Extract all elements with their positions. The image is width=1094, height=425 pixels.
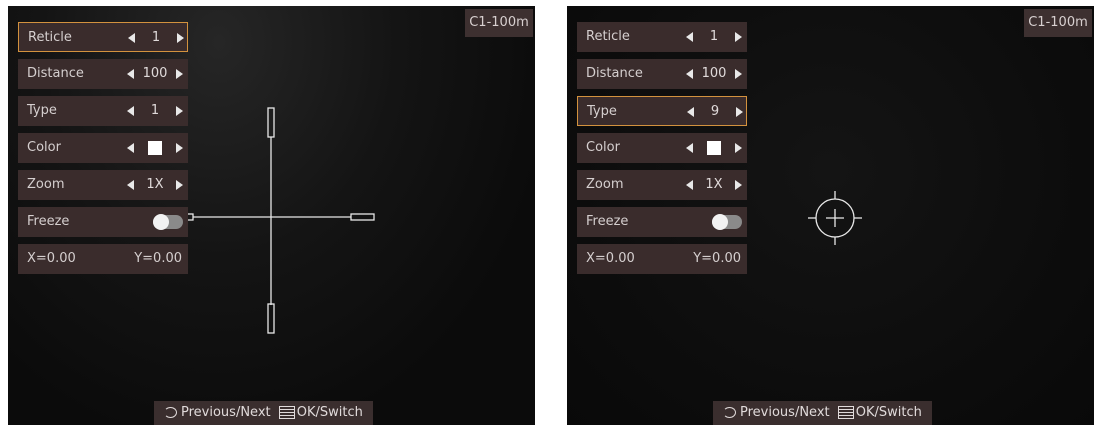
reticle-selector[interactable]: 1 <box>128 23 184 53</box>
type-selector[interactable]: 1 <box>127 96 183 126</box>
toggle-knob <box>153 214 169 230</box>
menu-row-distance[interactable]: Distance 100 <box>577 59 747 89</box>
viewfinder-right: C1-100m Reticle 1 Distance 100 Type 9 Co… <box>567 0 1094 425</box>
menu-row-coordinates: X=0.00 Y=0.00 <box>18 244 188 274</box>
menu-row-zoom[interactable]: Zoom 1X <box>577 170 747 200</box>
ok-switch-hint: OK/Switch <box>296 405 363 420</box>
menu-row-type[interactable]: Type 1 <box>18 96 188 126</box>
menu-row-type[interactable]: Type 9 <box>577 96 747 126</box>
distance-selector[interactable]: 100 <box>686 59 742 89</box>
menu-row-reticle[interactable]: Reticle 1 <box>577 22 747 52</box>
prev-next-hint: Previous/Next <box>181 405 271 420</box>
ok-switch-hint: OK/Switch <box>855 405 922 420</box>
type-selector[interactable]: 9 <box>687 97 743 127</box>
arrow-left-icon[interactable] <box>687 107 694 117</box>
key-hint-bar: Previous/Next OK/Switch <box>154 401 373 425</box>
menu-row-distance[interactable]: Distance 100 <box>18 59 188 89</box>
distance-value: 100 <box>142 66 168 81</box>
menu-row-freeze[interactable]: Freeze <box>18 207 188 237</box>
zoom-value: 1X <box>705 177 723 192</box>
prev-next-hint: Previous/Next <box>740 405 830 420</box>
color-label: Color <box>27 140 61 155</box>
zoom-selector[interactable]: 1X <box>127 170 183 200</box>
distance-label: Distance <box>586 66 643 81</box>
arrow-right-icon[interactable] <box>176 180 183 190</box>
arrow-left-icon[interactable] <box>127 69 134 79</box>
type-label: Type <box>27 103 57 118</box>
freeze-toggle[interactable] <box>712 214 742 230</box>
distance-label: Distance <box>27 66 84 81</box>
reticle-bottom-bar <box>267 303 275 334</box>
zoom-label: Zoom <box>586 177 624 192</box>
arrow-left-icon[interactable] <box>686 32 693 42</box>
distance-value: 100 <box>701 66 727 81</box>
arrow-right-icon[interactable] <box>735 180 742 190</box>
menu-row-coordinates: X=0.00 Y=0.00 <box>577 244 747 274</box>
settings-menu: Reticle 1 Distance 100 Type 1 Color Zoom… <box>18 22 188 281</box>
x-coordinate: X=0.00 <box>27 251 76 266</box>
arrow-left-icon[interactable] <box>128 33 135 43</box>
y-coordinate: Y=0.00 <box>134 251 182 266</box>
reticle-value: 1 <box>709 29 719 44</box>
arrow-left-icon[interactable] <box>686 180 693 190</box>
reticle-right-bar <box>350 213 375 221</box>
arrow-right-icon[interactable] <box>736 107 743 117</box>
freeze-control[interactable] <box>127 207 183 237</box>
toggle-knob <box>712 214 728 230</box>
freeze-control[interactable] <box>686 207 742 237</box>
color-selector[interactable] <box>127 133 183 163</box>
viewfinder-left: C1-100m Reticle 1 Distance 100 Type 1 Co… <box>8 0 535 425</box>
distance-selector[interactable]: 100 <box>127 59 183 89</box>
settings-menu: Reticle 1 Distance 100 Type 9 Color Zoom… <box>577 22 747 281</box>
zoom-label: Zoom <box>27 177 65 192</box>
arrow-right-icon[interactable] <box>735 69 742 79</box>
color-swatch <box>707 141 721 155</box>
arrow-left-icon[interactable] <box>127 180 134 190</box>
color-selector[interactable] <box>686 133 742 163</box>
menu-row-color[interactable]: Color <box>18 133 188 163</box>
menu-row-reticle[interactable]: Reticle 1 <box>18 22 188 52</box>
arrow-right-icon[interactable] <box>177 33 184 43</box>
menu-row-freeze[interactable]: Freeze <box>577 207 747 237</box>
reticle-value: 1 <box>151 30 161 45</box>
reticle-selector[interactable]: 1 <box>686 22 742 52</box>
reticle-label: Reticle <box>28 30 72 45</box>
freeze-label: Freeze <box>27 214 70 229</box>
menu-list-icon <box>837 406 854 419</box>
rotate-icon <box>723 407 736 418</box>
x-coordinate: X=0.00 <box>586 251 635 266</box>
arrow-left-icon[interactable] <box>127 106 134 116</box>
rotate-icon <box>164 407 177 418</box>
arrow-right-icon[interactable] <box>176 69 183 79</box>
zoom-value: 1X <box>146 177 164 192</box>
arrow-left-icon[interactable] <box>127 143 134 153</box>
menu-list-icon <box>278 406 295 419</box>
arrow-right-icon[interactable] <box>735 32 742 42</box>
arrow-right-icon[interactable] <box>176 106 183 116</box>
freeze-toggle[interactable] <box>153 214 183 230</box>
freeze-label: Freeze <box>586 214 629 229</box>
color-swatch <box>148 141 162 155</box>
zoom-selector[interactable]: 1X <box>686 170 742 200</box>
key-hint-bar: Previous/Next OK/Switch <box>713 401 932 425</box>
type-label: Type <box>587 104 617 119</box>
color-label: Color <box>586 140 620 155</box>
type-value: 9 <box>710 104 720 119</box>
arrow-left-icon[interactable] <box>686 143 693 153</box>
arrow-left-icon[interactable] <box>686 69 693 79</box>
arrow-right-icon[interactable] <box>735 143 742 153</box>
arrow-right-icon[interactable] <box>176 143 183 153</box>
reticle-top-bar <box>267 107 275 138</box>
menu-row-color[interactable]: Color <box>577 133 747 163</box>
type-value: 1 <box>150 103 160 118</box>
reticle-label: Reticle <box>586 29 630 44</box>
y-coordinate: Y=0.00 <box>693 251 741 266</box>
menu-row-zoom[interactable]: Zoom 1X <box>18 170 188 200</box>
